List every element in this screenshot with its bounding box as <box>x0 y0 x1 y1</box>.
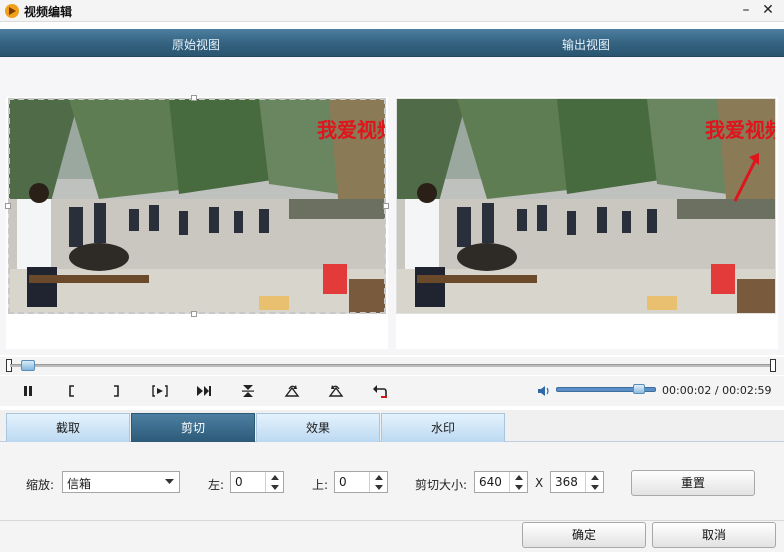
flip-vertical-button[interactable] <box>236 380 260 402</box>
size-separator: X <box>535 476 544 490</box>
pause-icon <box>24 386 32 396</box>
stepper-up-icon[interactable] <box>510 472 528 482</box>
dialog-footer: 确定 取消 <box>0 520 784 552</box>
output-video-frame: 我爱视频 <box>397 99 776 313</box>
pause-button[interactable] <box>16 380 40 402</box>
total-time: 00:02:59 <box>722 384 772 397</box>
rotate-right-button[interactable] <box>280 380 304 402</box>
chevron-down-icon <box>159 472 179 492</box>
mark-in-button[interactable] <box>60 380 84 402</box>
top-offset-stepper[interactable]: 0 <box>334 471 388 493</box>
current-time: 00:00:02 <box>662 384 712 397</box>
play-selection-button[interactable] <box>148 380 172 402</box>
crop-handle-bottom[interactable] <box>191 311 197 317</box>
volume-slider-thumb[interactable] <box>633 384 645 394</box>
time-separator: / <box>714 384 719 397</box>
reset-button[interactable]: 重置 <box>631 470 755 496</box>
crop-settings: 缩放: 信箱 左: 0 上: 0 剪切大小: 640 X 368 重置 <box>0 442 784 520</box>
stepper-up-icon[interactable] <box>370 472 388 482</box>
tab-effect[interactable]: 效果 <box>256 413 380 442</box>
top-offset-value: 0 <box>339 475 347 489</box>
rotate-left-button[interactable] <box>324 380 348 402</box>
tab-bar: 截取 剪切 效果 水印 <box>0 410 784 442</box>
crop-handle-right[interactable] <box>383 203 389 209</box>
undo-button[interactable] <box>368 380 392 402</box>
skip-forward-icon <box>197 386 211 396</box>
original-video-frame: 我爱视频 <box>9 99 386 313</box>
cancel-button[interactable]: 取消 <box>652 522 776 548</box>
crop-width-value: 640 <box>479 475 502 489</box>
left-offset-stepper[interactable]: 0 <box>230 471 284 493</box>
stepper-up-icon[interactable] <box>266 472 284 482</box>
crop-handle-left[interactable] <box>5 203 11 209</box>
stepper-down-icon[interactable] <box>266 482 284 492</box>
view-header: 原始视图 输出视图 <box>0 29 784 57</box>
left-offset-value: 0 <box>235 475 243 489</box>
timeline-thumb[interactable] <box>21 360 35 371</box>
crop-size-label: 剪切大小: <box>415 478 468 492</box>
preview-area: 我爱视频 <box>0 57 784 355</box>
tab-crop[interactable]: 剪切 <box>131 413 255 442</box>
left-label: 左: <box>208 478 225 492</box>
time-display: 00:00:02 / 00:02:59 <box>662 384 772 397</box>
timeline-track[interactable] <box>10 364 772 367</box>
crop-height-stepper[interactable]: 368 <box>550 471 604 493</box>
play-selection-icon <box>152 385 168 397</box>
output-view-label: 输出视图 <box>562 38 611 52</box>
ok-button[interactable]: 确定 <box>522 522 646 548</box>
output-video: 我爱视频 <box>396 98 776 314</box>
timeline-end-marker[interactable] <box>770 359 776 372</box>
volume-button[interactable] <box>534 380 554 402</box>
stepper-up-icon[interactable] <box>586 472 604 482</box>
window-title: 视频编辑 <box>24 5 73 19</box>
original-watermark: 我爱视频 <box>317 118 386 142</box>
bracket-left-icon <box>69 385 74 397</box>
crop-height-value: 368 <box>555 475 578 489</box>
undo-icon <box>373 385 387 398</box>
app-icon <box>5 4 19 18</box>
stepper-down-icon[interactable] <box>510 482 528 492</box>
timeline[interactable] <box>0 357 784 375</box>
tab-trim[interactable]: 截取 <box>6 413 130 442</box>
zoom-select-value: 信箱 <box>67 477 92 491</box>
rotate-right-icon <box>284 385 300 397</box>
minimize-button[interactable]: – <box>736 1 756 19</box>
crop-width-stepper[interactable]: 640 <box>474 471 528 493</box>
original-video: 我爱视频 <box>8 98 386 314</box>
close-button[interactable]: ✕ <box>758 1 778 19</box>
original-view-label: 原始视图 <box>172 38 221 52</box>
rotate-left-icon <box>328 385 344 397</box>
playback-controls: 00:00:02 / 00:02:59 <box>0 376 784 406</box>
stepper-down-icon[interactable] <box>370 482 388 492</box>
output-watermark: 我爱视频 <box>705 118 776 142</box>
crop-handle-top[interactable] <box>191 95 197 101</box>
tab-watermark[interactable]: 水印 <box>381 413 505 442</box>
mark-out-button[interactable] <box>104 380 128 402</box>
title-bar: 视频编辑 – ✕ <box>0 0 784 22</box>
zoom-select[interactable]: 信箱 <box>62 471 180 493</box>
stepper-down-icon[interactable] <box>586 482 604 492</box>
next-frame-button[interactable] <box>192 380 216 402</box>
top-label: 上: <box>312 478 329 492</box>
speaker-icon <box>538 386 549 396</box>
bracket-right-icon <box>114 385 119 397</box>
zoom-label: 缩放: <box>26 478 55 492</box>
flip-vertical-icon <box>242 385 254 397</box>
